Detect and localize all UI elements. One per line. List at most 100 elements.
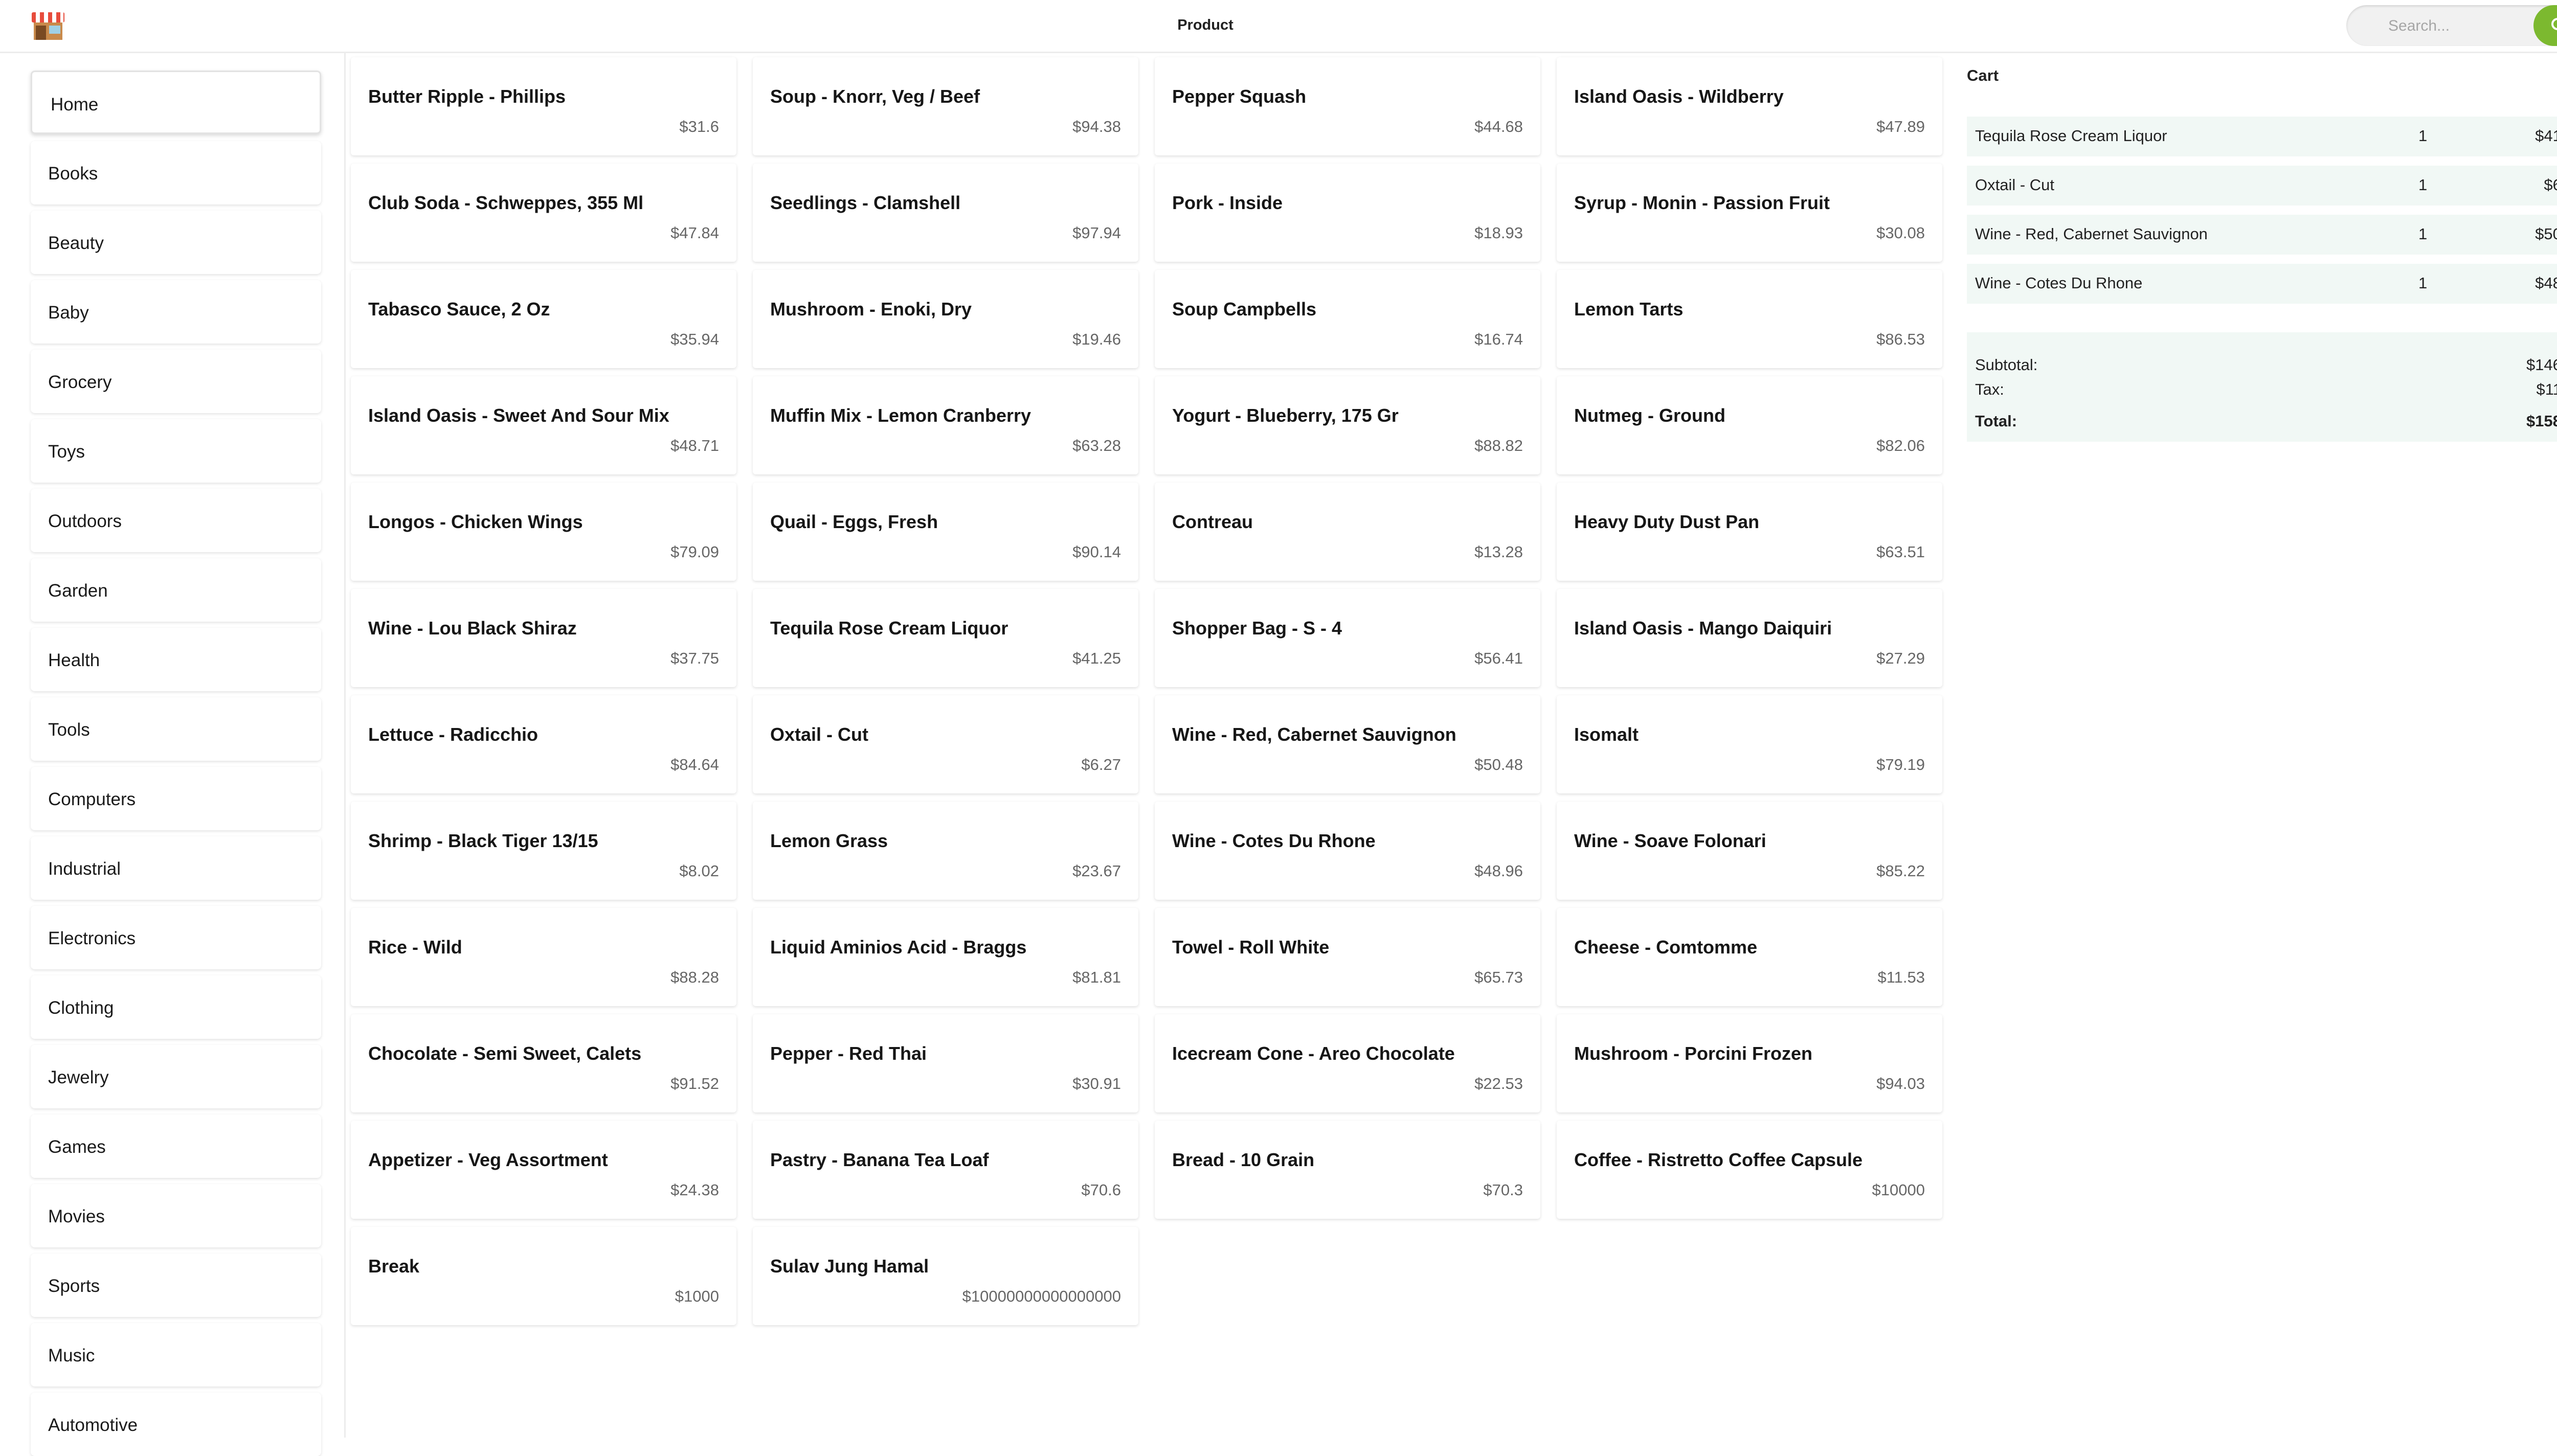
sidebar-item-baby[interactable]: Baby [31, 280, 321, 344]
product-card[interactable]: Shrimp - Black Tiger 13/15 $8.02 [351, 802, 736, 900]
top-header: Product [0, 0, 2557, 53]
sidebar-item-industrial[interactable]: Industrial [31, 836, 321, 900]
product-name: Wine - Soave Folonari [1574, 830, 1766, 851]
product-card[interactable]: Yogurt - Blueberry, 175 Gr $88.82 [1155, 376, 1540, 474]
sidebar-item-sports[interactable]: Sports [31, 1254, 321, 1317]
sidebar-item-label: Movies [48, 1207, 105, 1226]
product-card[interactable]: Tequila Rose Cream Liquor $41.25 [753, 589, 1138, 687]
sidebar-item-games[interactable]: Games [31, 1114, 321, 1178]
product-card[interactable]: Seedlings - Clamshell $97.94 [753, 164, 1138, 262]
product-card[interactable]: Island Oasis - Sweet And Sour Mix $48.71 [351, 376, 736, 474]
sidebar-item-health[interactable]: Health [31, 628, 321, 691]
sidebar-item-books[interactable]: Books [31, 141, 321, 204]
cart-item-row[interactable]: Wine - Cotes Du Rhone 1 $48.96 [1967, 264, 2557, 304]
product-card[interactable]: Oxtail - Cut $6.27 [753, 695, 1138, 793]
sidebar-item-tools[interactable]: Tools [31, 697, 321, 761]
product-card[interactable]: Bread - 10 Grain $70.3 [1155, 1121, 1540, 1219]
product-name: Pepper Squash [1172, 86, 1307, 107]
product-card[interactable]: Isomalt $79.19 [1557, 695, 1942, 793]
product-name: Isomalt [1574, 724, 1639, 745]
product-card[interactable]: Mushroom - Enoki, Dry $19.46 [753, 270, 1138, 368]
sidebar-item-clothing[interactable]: Clothing [31, 975, 321, 1039]
product-card[interactable]: Coffee - Ristretto Coffee Capsule $10000 [1557, 1121, 1942, 1219]
sidebar-item-computers[interactable]: Computers [31, 767, 321, 830]
cart-item-name: Wine - Red, Cabernet Sauvignon [1975, 225, 2208, 243]
product-card[interactable]: Lettuce - Radicchio $84.64 [351, 695, 736, 793]
product-price: $8.02 [679, 862, 719, 880]
product-name: Towel - Roll White [1172, 937, 1330, 958]
product-card[interactable]: Syrup - Monin - Passion Fruit $30.08 [1557, 164, 1942, 262]
sidebar-item-automotive[interactable]: Automotive [31, 1393, 321, 1456]
product-card[interactable]: Heavy Duty Dust Pan $63.51 [1557, 483, 1942, 581]
product-name: Quail - Eggs, Fresh [770, 511, 938, 532]
product-card[interactable]: Pastry - Banana Tea Loaf $70.6 [753, 1121, 1138, 1219]
product-name: Tequila Rose Cream Liquor [770, 618, 1008, 639]
product-card[interactable]: Chocolate - Semi Sweet, Calets $91.52 [351, 1014, 736, 1112]
cart-item-row[interactable]: Wine - Red, Cabernet Sauvignon 1 $50.48 [1967, 215, 2557, 255]
product-card[interactable]: Muffin Mix - Lemon Cranberry $63.28 [753, 376, 1138, 474]
product-card[interactable]: Sulav Jung Hamal $10000000000000000 [753, 1227, 1138, 1325]
product-card[interactable]: Wine - Red, Cabernet Sauvignon $50.48 [1155, 695, 1540, 793]
product-card[interactable]: Club Soda - Schweppes, 355 Ml $47.84 [351, 164, 736, 262]
sidebar-item-label: Industrial [48, 859, 121, 879]
product-price: $48.71 [670, 437, 719, 454]
product-card[interactable]: Pepper Squash $44.68 [1155, 57, 1540, 155]
sidebar-item-electronics[interactable]: Electronics [31, 906, 321, 969]
product-card[interactable]: Quail - Eggs, Fresh $90.14 [753, 483, 1138, 581]
product-card[interactable]: Island Oasis - Mango Daiquiri $27.29 [1557, 589, 1942, 687]
product-price: $47.84 [670, 224, 719, 242]
product-card[interactable]: Liquid Aminios Acid - Braggs $81.81 [753, 908, 1138, 1006]
product-card[interactable]: Soup Campbells $16.74 [1155, 270, 1540, 368]
product-name: Oxtail - Cut [770, 724, 869, 745]
product-card[interactable]: Contreau $13.28 [1155, 483, 1540, 581]
product-card[interactable]: Lemon Grass $23.67 [753, 802, 1138, 900]
product-card[interactable]: Nutmeg - Ground $82.06 [1557, 376, 1942, 474]
product-card[interactable]: Island Oasis - Wildberry $47.89 [1557, 57, 1942, 155]
product-price: $30.91 [1072, 1075, 1121, 1093]
product-card[interactable]: Towel - Roll White $65.73 [1155, 908, 1540, 1006]
cart-item-row[interactable]: Tequila Rose Cream Liquor 1 $41.25 [1967, 117, 2557, 156]
product-name: Butter Ripple - Phillips [368, 86, 566, 107]
product-card[interactable]: Break $1000 [351, 1227, 736, 1325]
product-price: $50.48 [1474, 756, 1523, 774]
sidebar-item-movies[interactable]: Movies [31, 1184, 321, 1247]
sidebar-item-beauty[interactable]: Beauty [31, 211, 321, 274]
search-button[interactable] [2533, 5, 2557, 46]
product-card[interactable]: Butter Ripple - Phillips $31.6 [351, 57, 736, 155]
product-card[interactable]: Rice - Wild $88.28 [351, 908, 736, 1006]
product-price: $70.3 [1483, 1181, 1523, 1199]
sidebar-item-music[interactable]: Music [31, 1323, 321, 1386]
product-card[interactable]: Wine - Lou Black Shiraz $37.75 [351, 589, 736, 687]
product-name: Heavy Duty Dust Pan [1574, 511, 1760, 532]
cart-item-qty: 1 [2418, 274, 2428, 292]
product-card[interactable]: Pork - Inside $18.93 [1155, 164, 1540, 262]
product-card[interactable]: Tabasco Sauce, 2 Oz $35.94 [351, 270, 736, 368]
product-price: $56.41 [1474, 649, 1523, 667]
product-card[interactable]: Wine - Soave Folonari $85.22 [1557, 802, 1942, 900]
product-price: $97.94 [1072, 224, 1121, 242]
search-input[interactable] [2387, 16, 2522, 36]
cart-item-row[interactable]: Oxtail - Cut 1 $6.27 [1967, 166, 2557, 206]
product-card[interactable]: Icecream Cone - Areo Chocolate $22.53 [1155, 1014, 1540, 1112]
sidebar-item-label: Health [48, 650, 100, 670]
sidebar-item-home[interactable]: Home [31, 71, 321, 134]
sidebar-item-outdoors[interactable]: Outdoors [31, 489, 321, 552]
product-price: $10000000000000000 [962, 1287, 1121, 1305]
product-card[interactable]: Shopper Bag - S - 4 $56.41 [1155, 589, 1540, 687]
product-card[interactable]: Cheese - Comtomme $11.53 [1557, 908, 1942, 1006]
product-card[interactable]: Longos - Chicken Wings $79.09 [351, 483, 736, 581]
sidebar-item-label: Home [51, 95, 99, 115]
product-price: $23.67 [1072, 862, 1121, 880]
product-card[interactable]: Wine - Cotes Du Rhone $48.96 [1155, 802, 1540, 900]
product-card[interactable]: Appetizer - Veg Assortment $24.38 [351, 1121, 736, 1219]
sidebar-item-grocery[interactable]: Grocery [31, 350, 321, 413]
product-card[interactable]: Mushroom - Porcini Frozen $94.03 [1557, 1014, 1942, 1112]
product-card[interactable]: Soup - Knorr, Veg / Beef $94.38 [753, 57, 1138, 155]
sidebar-item-garden[interactable]: Garden [31, 558, 321, 622]
product-card[interactable]: Lemon Tarts $86.53 [1557, 270, 1942, 368]
product-price: $19.46 [1072, 330, 1121, 348]
sidebar-item-jewelry[interactable]: Jewelry [31, 1045, 321, 1108]
product-price: $44.68 [1474, 118, 1523, 135]
product-card[interactable]: Pepper - Red Thai $30.91 [753, 1014, 1138, 1112]
sidebar-item-toys[interactable]: Toys [31, 419, 321, 483]
